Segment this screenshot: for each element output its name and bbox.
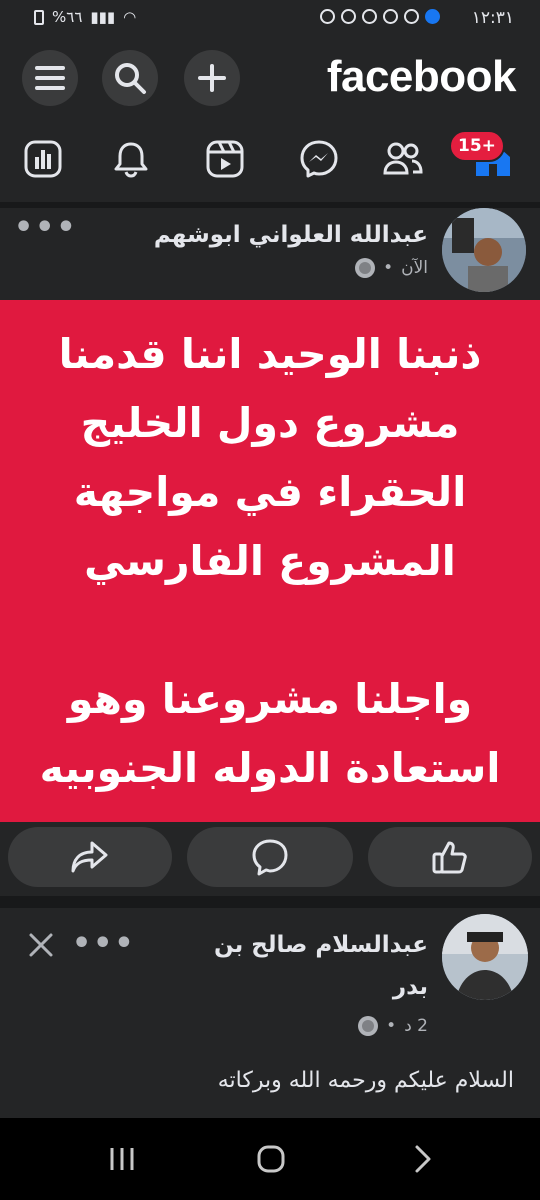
status-bar: %٦٦ ▮▮▮ ◠ ١٢:٣١ (0, 0, 540, 38)
tab-dashboard[interactable] (20, 136, 66, 182)
post2-avatar[interactable] (442, 914, 528, 1000)
home-circle-icon (257, 1145, 285, 1173)
menu-icon (35, 66, 65, 90)
home-system-button[interactable] (256, 1144, 286, 1178)
share-icon (71, 841, 108, 873)
globe-icon (358, 1016, 379, 1036)
status-left: %٦٦ ▮▮▮ ◠ (34, 8, 136, 26)
close-icon (29, 933, 53, 957)
tab-friends[interactable] (380, 136, 426, 182)
post1-actions (0, 822, 540, 896)
avatar-image (442, 914, 528, 1000)
post1-text: ذنبنا الوحيد اننا قدمنا مشروع دول الخليج… (39, 329, 501, 792)
post2-meta: 2 د • (358, 1016, 428, 1036)
menu-button[interactable] (22, 50, 78, 106)
recent-apps-icon (110, 1148, 134, 1170)
post2-more-button[interactable]: ••• (72, 926, 136, 961)
post2-close-button[interactable] (28, 932, 54, 962)
signal-icon: ▮▮▮ (90, 8, 116, 26)
like-button[interactable] (368, 827, 532, 887)
messenger-icon (300, 140, 338, 178)
globe-icon (355, 258, 376, 278)
meta-dot: • (383, 258, 394, 278)
plus-icon (198, 64, 226, 92)
avatar-image (442, 208, 526, 292)
notification-icons (320, 9, 440, 24)
messenger-notif-icon (362, 9, 377, 24)
separator (0, 202, 540, 208)
tab-notifications[interactable] (108, 136, 154, 182)
chat-notif-icon (425, 9, 440, 24)
messenger-notif-icon-2 (383, 9, 398, 24)
dashboard-icon (24, 140, 62, 178)
facebook-notif-icon (341, 9, 356, 24)
wifi-icon: ◠ (123, 8, 137, 26)
app-notif-icon (320, 9, 335, 24)
post1-avatar[interactable] (442, 208, 526, 292)
facebook-logo[interactable]: facebook (327, 52, 517, 102)
share-button[interactable] (8, 827, 172, 887)
app-header: facebook (0, 38, 540, 122)
create-button[interactable] (184, 50, 240, 106)
search-button[interactable] (102, 50, 158, 106)
bell-icon (114, 142, 148, 178)
meta-dot: • (386, 1016, 397, 1036)
more-dots-icon: ••• (72, 926, 136, 961)
post2-time[interactable]: 2 د (404, 1016, 428, 1036)
friends-icon (383, 142, 423, 175)
comment-button[interactable] (187, 827, 353, 887)
more-dots-icon: ••• (14, 210, 78, 245)
comment-icon (252, 839, 288, 876)
post2-text: السلام عليكم ورحمه الله وبركاته (217, 1068, 514, 1093)
post1-author[interactable]: عبدالله العلواني ابوشهم (154, 222, 428, 248)
home-notification-badge: 15+ (449, 130, 505, 162)
post1-time[interactable]: الآن (401, 258, 428, 278)
post1-text-background[interactable]: ذنبنا الوحيد اننا قدمنا مشروع دول الخليج… (0, 300, 540, 822)
system-nav-bar (0, 1118, 540, 1200)
post2-author-line1[interactable]: عبدالسلام صالح بن (214, 932, 428, 958)
post2-author-line2[interactable]: بدر (393, 974, 428, 1000)
like-icon (432, 841, 467, 874)
clock: ١٢:٣١ (471, 8, 514, 28)
reels-icon (206, 140, 244, 178)
recent-apps-button[interactable] (108, 1146, 136, 1176)
post1-more-button[interactable]: ••• (14, 210, 78, 245)
post1-meta: الآن • (355, 258, 428, 278)
tab-reels[interactable] (202, 136, 248, 182)
back-button[interactable] (412, 1144, 434, 1178)
whatsapp-notif-icon (404, 9, 419, 24)
battery-level: %٦٦ (52, 8, 83, 26)
separator (0, 896, 540, 908)
battery-icon (34, 9, 44, 25)
chevron-right-icon (415, 1145, 431, 1173)
search-icon (115, 63, 146, 94)
tab-messenger[interactable] (296, 136, 342, 182)
